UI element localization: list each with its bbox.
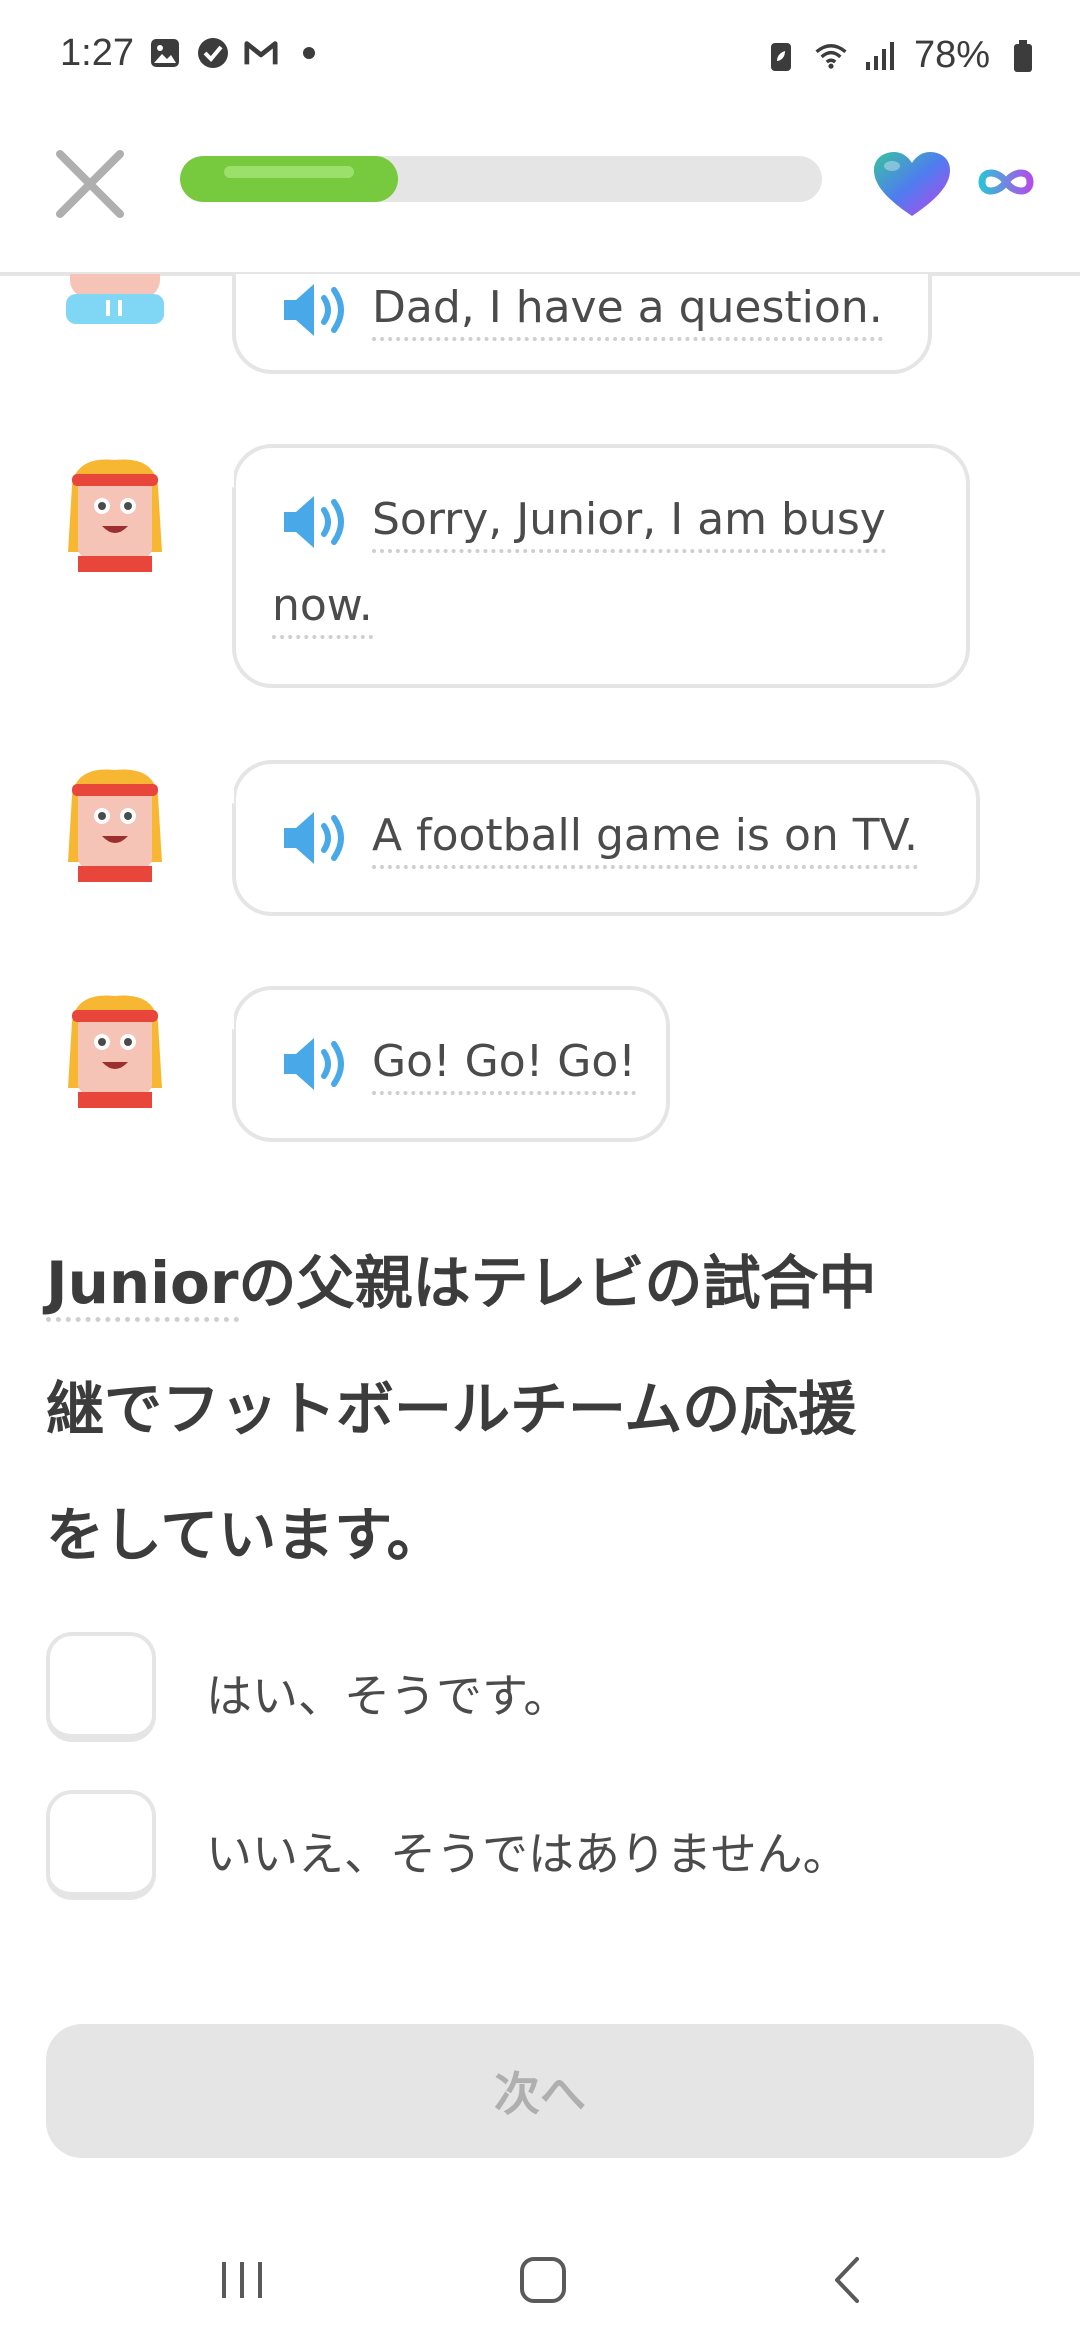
heart-icon[interactable] [872,150,952,220]
conversation-message: Sorry, Junior, I am busy now. [0,444,1080,694]
gallery-icon [148,36,182,70]
battery-icon [1006,39,1040,73]
message-text[interactable]: Sorry, Junior, I am busy [372,494,886,553]
checkbox[interactable] [46,1632,156,1742]
recent-apps-icon[interactable] [208,2250,278,2310]
battery-saver-icon [764,39,798,73]
speech-bubble: A football game is on TV. [232,760,980,916]
wifi-icon [814,39,848,73]
junior-avatar-icon [62,274,168,324]
message-text-continued[interactable]: now. [272,580,373,639]
dad-avatar-icon [62,766,168,882]
question-line-2: 継でフットボールチームの応援 [46,1375,857,1443]
speaker-icon[interactable] [280,808,356,868]
system-status-icons: 78% [764,34,1040,77]
more-notifications-dot-icon [292,36,326,70]
speaker-icon[interactable] [280,1034,356,1094]
dad-avatar-icon [62,992,168,1108]
system-nav-bar [0,2200,1080,2340]
conversation: Dad, I have a question. Sorry, Junior, I… [0,274,1080,1154]
infinity-hearts-icon [976,162,1036,202]
checkbox[interactable] [46,1790,156,1900]
home-icon[interactable] [508,2250,578,2310]
speech-bubble: Go! Go! Go! [232,986,670,1142]
speech-bubble: Sorry, Junior, I am busy now. [232,444,970,688]
progress-fill [180,156,398,202]
conversation-message: A football game is on TV. [0,760,1080,920]
next-button[interactable]: 次へ [46,2024,1034,2158]
speaker-icon[interactable] [280,280,356,340]
message-text[interactable]: Dad, I have a question. [372,282,883,341]
option-label: はい、そうです。 [206,1669,570,1723]
dad-avatar-icon [62,456,168,572]
status-bar: 1:27 78% [0,0,1080,110]
speaker-icon[interactable] [280,492,356,552]
status-time: 1:27 [60,32,134,74]
question-text: Juniorの父親はテレビの試合中 継でフットボールチームの応援 をしています。 [46,1220,1026,1598]
notification-icons [148,36,326,70]
answer-option-yes[interactable]: はい、そうです。 [46,1632,1026,1744]
gmail-icon [244,36,278,70]
option-label: いいえ、そうではありません。 [206,1827,849,1881]
back-icon[interactable] [812,2250,882,2310]
question-line-3: をしています。 [46,1501,445,1569]
message-text[interactable]: A football game is on TV. [372,810,919,869]
lesson-progress-bar [180,156,822,202]
close-icon[interactable] [52,146,128,222]
conversation-message: Dad, I have a question. [0,274,1080,404]
question-line-1: の父親はテレビの試合中 [238,1249,877,1317]
lesson-header [0,110,1080,276]
check-circle-icon [196,36,230,70]
question-highlight-word[interactable]: Junior [46,1249,239,1322]
battery-percent: 78% [913,34,990,76]
signal-icon [864,39,898,73]
conversation-message: Go! Go! Go! [0,986,1080,1146]
progress-shine [224,166,354,178]
message-text[interactable]: Go! Go! Go! [372,1036,636,1095]
speech-bubble: Dad, I have a question. [232,274,932,374]
answer-option-no[interactable]: いいえ、そうではありません。 [46,1790,1026,1902]
